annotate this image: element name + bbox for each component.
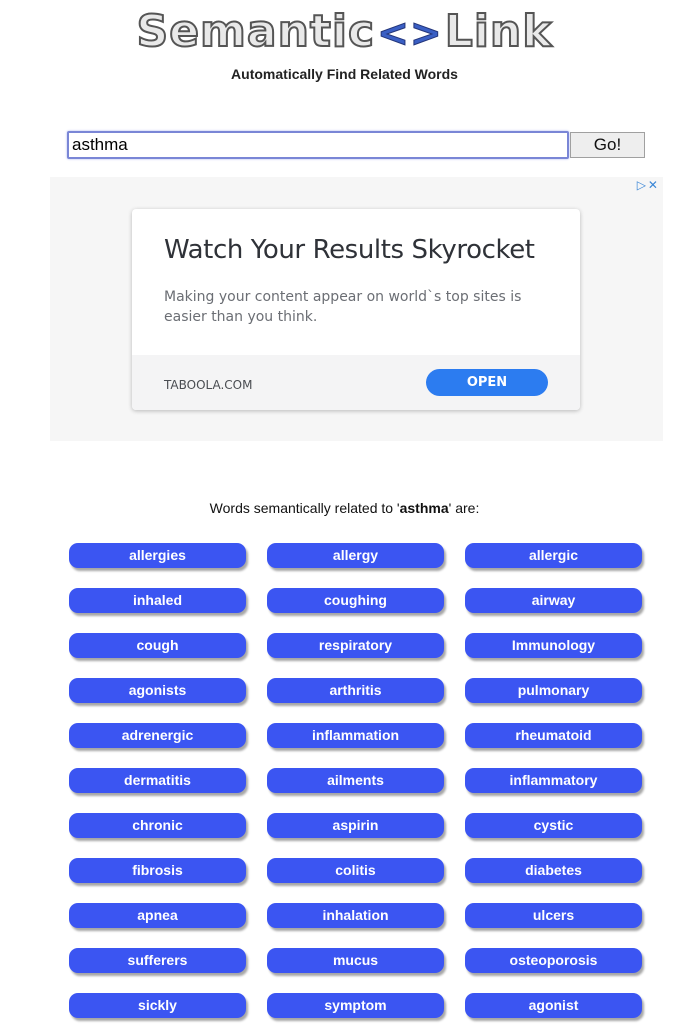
logo-arrows-icon: <>	[377, 11, 443, 56]
results-grid: allergies allergy allergic inhaled coughing a…	[69, 543, 646, 1018]
related-word-button[interactable]: rheumatoid	[465, 723, 642, 748]
related-word-button[interactable]: dermatitis	[69, 768, 246, 793]
tagline: Automatically Find Related Words	[231, 66, 458, 82]
related-word-button[interactable]: respiratory	[267, 633, 444, 658]
related-word-button[interactable]: agonists	[69, 678, 246, 703]
related-word-button[interactable]: inflammatory	[465, 768, 642, 793]
related-word-button[interactable]: adrenergic	[69, 723, 246, 748]
logo-text-link: Link	[444, 5, 553, 58]
related-word-button[interactable]: sickly	[69, 993, 246, 1018]
related-word-button[interactable]: allergic	[465, 543, 642, 568]
related-word-button[interactable]: colitis	[267, 858, 444, 883]
related-word-button[interactable]: chronic	[69, 813, 246, 838]
ad-choices-icon[interactable]: ▷✕	[637, 178, 660, 192]
results-intro-prefix: Words semantically related to '	[209, 500, 400, 516]
related-word-button[interactable]: mucus	[267, 948, 444, 973]
ad-container: ▷✕ Watch Your Results Skyrocket Making y…	[50, 177, 663, 441]
related-word-button[interactable]: fibrosis	[69, 858, 246, 883]
related-word-button[interactable]: cough	[69, 633, 246, 658]
related-word-button[interactable]: aspirin	[267, 813, 444, 838]
ad-title: Watch Your Results Skyrocket	[164, 235, 535, 265]
related-word-button[interactable]: symptom	[267, 993, 444, 1018]
related-word-button[interactable]: ulcers	[465, 903, 642, 928]
related-word-button[interactable]: apnea	[69, 903, 246, 928]
ad-body: Making your content appear on world`s to…	[164, 289, 522, 325]
site-logo[interactable]: Semantic<>Link	[0, 5, 689, 59]
related-word-button[interactable]: osteoporosis	[465, 948, 642, 973]
page: Semantic<>Link Automatically Find Relate…	[0, 0, 689, 1024]
related-word-button[interactable]: allergies	[69, 543, 246, 568]
related-word-button[interactable]: inhaled	[69, 588, 246, 613]
related-word-button[interactable]: arthritis	[267, 678, 444, 703]
related-word-button[interactable]: ailments	[267, 768, 444, 793]
related-word-button[interactable]: pulmonary	[465, 678, 642, 703]
related-word-button[interactable]: allergy	[267, 543, 444, 568]
related-word-button[interactable]: cystic	[465, 813, 642, 838]
ad-open-button[interactable]: OPEN	[426, 369, 548, 396]
results-query: asthma	[399, 500, 449, 516]
related-word-button[interactable]: inflammation	[267, 723, 444, 748]
ad-card[interactable]: Watch Your Results Skyrocket Making your…	[132, 209, 580, 410]
related-word-button[interactable]: agonist	[465, 993, 642, 1018]
ad-footer: TABOOLA.COM OPEN	[132, 355, 580, 410]
related-word-button[interactable]: Immunology	[465, 633, 642, 658]
logo-text-semantic: Semantic	[136, 5, 376, 58]
results-intro: Words semantically related to 'asthma' a…	[0, 500, 689, 516]
go-button[interactable]: Go!	[570, 132, 645, 158]
related-word-button[interactable]: diabetes	[465, 858, 642, 883]
related-word-button[interactable]: sufferers	[69, 948, 246, 973]
search-input[interactable]	[67, 131, 569, 159]
results-intro-suffix: ' are:	[448, 500, 480, 516]
related-word-button[interactable]: inhalation	[267, 903, 444, 928]
related-word-button[interactable]: airway	[465, 588, 642, 613]
ad-source: TABOOLA.COM	[164, 378, 253, 392]
related-word-button[interactable]: coughing	[267, 588, 444, 613]
